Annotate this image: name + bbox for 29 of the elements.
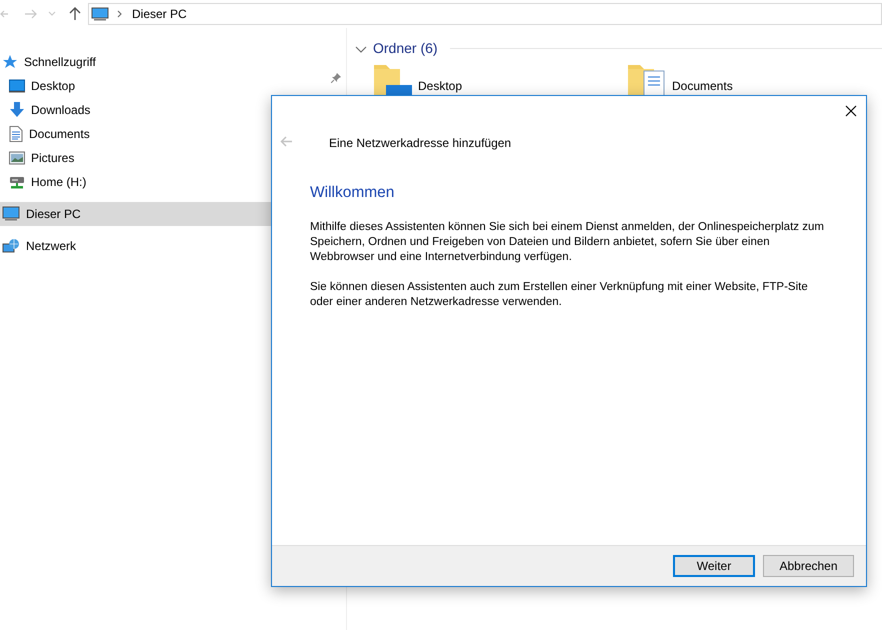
dialog-title: Eine Netzwerkadresse hinzufügen: [329, 135, 512, 152]
close-icon[interactable]: [845, 105, 857, 117]
dialog-button[interactable]: Abbrechen: [763, 555, 854, 577]
address-bar[interactable]: Dieser PC: [88, 3, 882, 25]
back-arrow-icon[interactable]: [280, 136, 293, 147]
chevron-down-icon[interactable]: [355, 44, 367, 52]
star-icon: [2, 54, 18, 70]
breadcrumb[interactable]: Dieser PC: [132, 5, 187, 23]
document-icon: [9, 126, 23, 142]
paragraph: Sie können diesen Assistenten auch zum Erstellen einer Verknüpfung mit einer Website, FTP-Site oder einer anderen Netzwerkadresse verwenden.: [310, 280, 809, 310]
computer-icon: [91, 6, 109, 22]
dialog-button[interactable]: Weiter: [673, 555, 755, 577]
dialog-heading: Willkommen: [310, 183, 394, 203]
forward-icon[interactable]: [24, 8, 38, 20]
back-icon[interactable]: [0, 8, 8, 20]
computer-icon: [2, 206, 20, 222]
folder-label[interactable]: Documents: [672, 77, 733, 95]
picture-icon: [9, 151, 25, 165]
up-arrow-icon[interactable]: [69, 7, 81, 21]
network-icon: [2, 238, 20, 254]
group-title: Ordner (6): [373, 39, 438, 58]
monitor-icon: [9, 79, 25, 93]
folder-label[interactable]: Desktop: [418, 77, 462, 95]
chevron-right-icon: [117, 10, 122, 18]
network-drive-icon: [9, 175, 25, 189]
sidebar-item[interactable]: Downloads: [0, 98, 346, 122]
sidebar-item[interactable]: Schnellzugriff: [0, 50, 346, 74]
download-arrow-icon: [9, 102, 25, 118]
sidebar-item[interactable]: Desktop: [0, 74, 346, 98]
